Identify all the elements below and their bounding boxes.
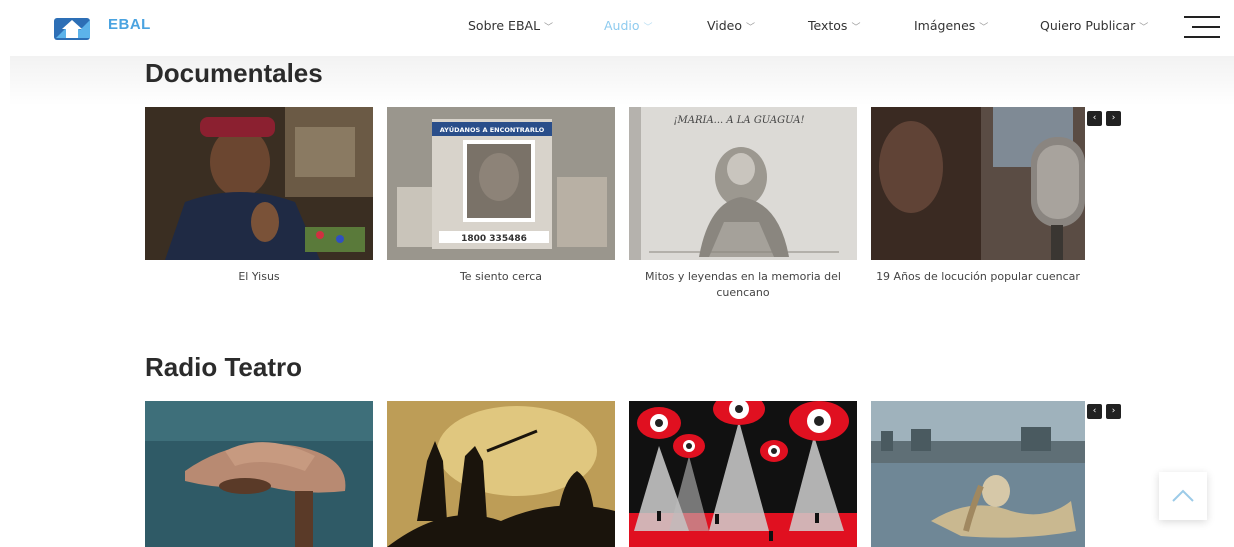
thumbnail-mitos-y-leyendas[interactable]: ¡MARIA... A LA GUAGUA! [629,107,857,260]
nav-label: Textos [808,18,848,33]
nav-item-quiero-publicar[interactable]: Quiero Publicar ﹀ [1040,18,1148,33]
chevron-down-icon: ﹀ [643,23,653,33]
thumbnail-radio-teatro-1[interactable] [145,401,373,547]
carousel-controls: ‹ › [1087,111,1123,127]
site-header: EBAL Sobre EBAL ﹀ Audio ﹀ Video ﹀ Textos ﹀ I… [0,0,1234,56]
carousel-prev-icon[interactable]: ‹ [1087,404,1102,419]
thumbnail-te-siento-cerca[interactable]: AYÚDANOS A ENCONTRARLO 1800 335486 [387,107,615,260]
carousel-controls: ‹ › [1087,404,1123,420]
section-title-radio-teatro: Radio Teatro [145,352,302,382]
chevron-up-icon [1172,489,1194,502]
media-caption[interactable]: Te siento cerca [387,269,615,285]
media-caption[interactable]: 19 Años de locución popular cuencar [871,269,1085,285]
nav-label: Audio [604,18,640,33]
nav-item-textos[interactable]: Textos ﹀ [808,18,860,33]
media-caption[interactable]: El Yisus [145,269,373,285]
ebal-logo-icon[interactable] [50,12,94,42]
hamburger-icon[interactable] [1184,14,1220,40]
poster-heading: AYÚDANOS A ENCONTRARLO [440,125,545,134]
thumbnail-el-yisus[interactable] [145,107,373,260]
brand-name[interactable]: EBAL [108,16,151,33]
nav-label: Sobre EBAL [468,18,541,33]
chevron-down-icon: ﹀ [746,23,756,33]
chevron-down-icon: ﹀ [544,23,554,33]
nav-item-video[interactable]: Video ﹀ [707,18,755,33]
nav-label: Video [707,18,743,33]
thumbnail-radio-teatro-4[interactable] [871,401,1085,547]
section-title-documentales: Documentales [145,58,323,88]
illustration-title: ¡MARIA... A LA GUAGUA! [673,115,804,126]
poster-phone: 1800 335486 [461,234,527,244]
carousel-next-icon[interactable]: › [1106,404,1121,419]
thumbnail-locucion-popular[interactable] [871,107,1085,260]
nav-label: Quiero Publicar [1040,18,1136,33]
thumbnail-radio-teatro-2[interactable] [387,401,615,547]
chevron-down-icon: ﹀ [979,23,989,33]
chevron-down-icon: ﹀ [1139,23,1149,33]
carousel-next-icon[interactable]: › [1106,111,1121,126]
nav-item-imagenes[interactable]: Imágenes ﹀ [914,18,988,33]
nav-item-sobre-ebal[interactable]: Sobre EBAL ﹀ [468,18,553,33]
media-caption[interactable]: Mitos y leyendas en la memoria del cuenc… [629,269,857,301]
carousel-prev-icon[interactable]: ‹ [1087,111,1102,126]
thumbnail-radio-teatro-3[interactable] [629,401,857,547]
chevron-down-icon: ﹀ [851,23,861,33]
scroll-to-top-button[interactable] [1159,472,1207,520]
nav-label: Imágenes [914,18,976,33]
nav-item-audio[interactable]: Audio ﹀ [604,18,653,33]
